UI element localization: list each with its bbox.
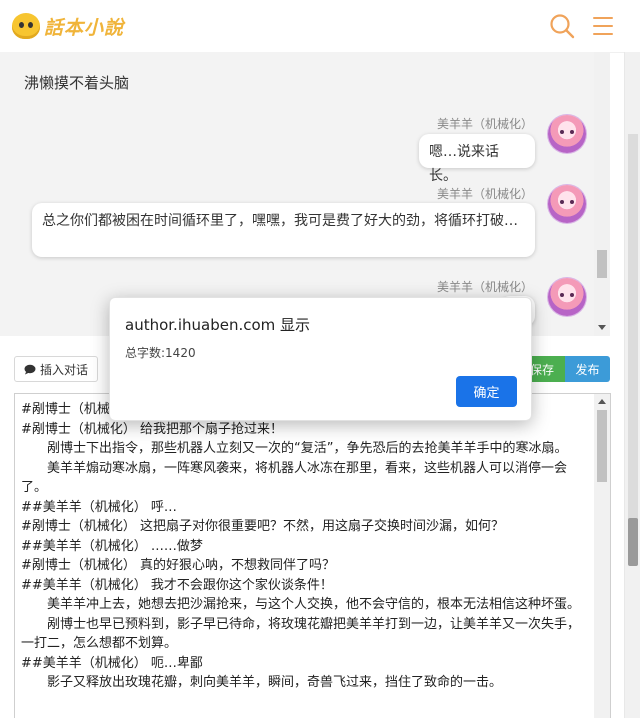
- editor-line: 剐博士也早已预料到，影子早已待命，将玫瑰花瓣把美羊羊打到一边，让美羊羊又一次失手…: [21, 616, 581, 652]
- editor-line: 影子又释放出玫瑰花瓣，刺向美羊羊，瞬间，奇兽飞过来，挡住了致命的一击。: [47, 675, 503, 690]
- editor-line: #剐博士（机械化） 给我把那个扇子抢过来！: [21, 421, 284, 437]
- page-scrollbar-track: [628, 134, 638, 554]
- logo-mascot-icon: [12, 13, 40, 39]
- search-button[interactable]: [548, 12, 576, 40]
- avatar: [548, 115, 586, 153]
- alert-dialog: author.ihuaben.com 显示 总字数:1420 确定: [109, 297, 532, 421]
- scroll-up-arrow-icon[interactable]: [598, 399, 606, 404]
- editor-scrollbar-thumb[interactable]: [597, 410, 607, 482]
- message-sender-name: 美羊羊（机械化）: [437, 187, 534, 201]
- editor-line: #剐博士（机械化） 这把扇子对你很重要吧？不然，用这扇子交换时间沙漏，如何？: [21, 519, 505, 534]
- avatar: [548, 185, 586, 223]
- dialog-title: author.ihuaben.com 显示: [125, 316, 311, 334]
- editor-line: 剐博士下出指令，那些机器人立刻又一次的“复活”，争先恐后的去抢美羊羊手中的寒冰扇…: [47, 441, 568, 456]
- insert-dialogue-button[interactable]: 插入对话: [14, 356, 98, 382]
- message-bubble: 总之你们都被困在时间循环里了，嘿嘿，我可是费了好大的劲，将循环打破…: [32, 203, 535, 257]
- page-scrollbar-thumb[interactable]: [628, 518, 638, 566]
- message-sender-name: 美羊羊（机械化）: [437, 117, 534, 131]
- editor-line: 美羊羊冲上去，她想去把沙漏抢来，与这个人交换，他不会守信的，根本无法相信这种坏蛋…: [47, 597, 581, 612]
- editor-text[interactable]: #剐博士（机械化） #剐博士（机械化） 给我把那个扇子抢过来！ 剐博士下出指令，那些…: [21, 400, 589, 693]
- scroll-down-arrow-icon[interactable]: [598, 325, 606, 330]
- editor-line: ##美羊羊（机械化） 呼…: [21, 499, 177, 515]
- message-bubble: 嗯…说来话长。: [419, 134, 535, 184]
- hamburger-menu-icon: [593, 17, 613, 35]
- chat-bubble-icon: [24, 364, 36, 374]
- site-logo[interactable]: 話本小說: [12, 10, 124, 42]
- chat-narration-text: 沸懒摸不着头脑: [24, 74, 130, 92]
- editor-line: ##美羊羊（机械化） 呃…卑鄙: [21, 655, 203, 671]
- editor-line: ##美羊羊（机械化） 我才不会跟你这个家伙谈条件！: [21, 577, 333, 593]
- editor-line: ##美羊羊（机械化） ……做梦: [21, 538, 203, 554]
- insert-dialogue-label: 插入对话: [39, 362, 88, 377]
- publish-button[interactable]: 发布: [565, 356, 610, 382]
- chat-scrollbar[interactable]: [594, 52, 610, 336]
- chat-preview[interactable]: 沸懒摸不着头脑 美羊羊（机械化） 嗯…说来话长。 美羊羊（机械化） 总之你们都被…: [0, 52, 610, 336]
- editor-scrollbar[interactable]: [594, 394, 610, 718]
- page-scrollbar[interactable]: [624, 52, 640, 718]
- editor-line: 美羊羊煽动寒冰扇，一阵寒风袭来，将机器人冰冻在那里，看来，这些机器人可以消停一会…: [21, 460, 568, 496]
- editor-line: #剐博士（机械化） 真的好狠心呐，不想救同伴了吗？: [21, 558, 336, 573]
- logo-text: 話本小說: [44, 16, 125, 39]
- avatar: [548, 278, 586, 316]
- message-sender-name: 美羊羊（机械化）: [437, 280, 534, 294]
- menu-button[interactable]: [590, 12, 618, 40]
- search-icon: [550, 14, 575, 39]
- dialog-message: 总字数:1420: [125, 346, 196, 360]
- top-header: 話本小說: [0, 0, 640, 53]
- chat-scrollbar-thumb[interactable]: [597, 250, 607, 278]
- content-editor[interactable]: #剐博士（机械化） #剐博士（机械化） 给我把那个扇子抢过来！ 剐博士下出指令，那些…: [14, 393, 611, 718]
- dialog-ok-button[interactable]: 确定: [456, 376, 517, 407]
